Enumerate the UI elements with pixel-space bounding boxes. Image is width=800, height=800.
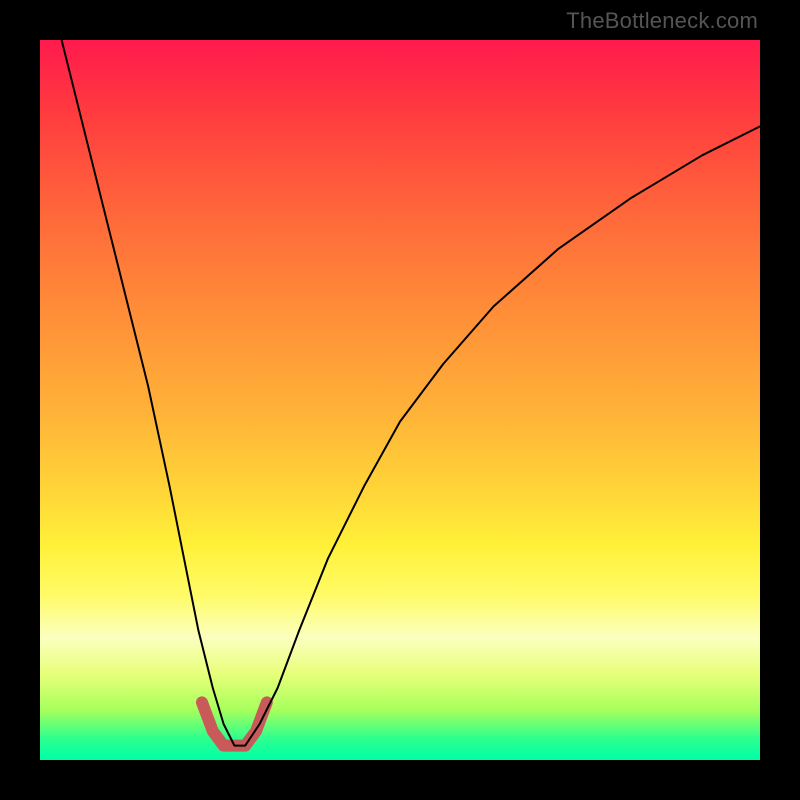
watermark-text: TheBottleneck.com: [566, 8, 758, 34]
bottleneck-curve-path: [62, 40, 760, 746]
plot-area: [40, 40, 760, 760]
outer-frame: TheBottleneck.com: [0, 0, 800, 800]
trough-highlight-path: [202, 702, 267, 745]
chart-svg: [40, 40, 760, 760]
